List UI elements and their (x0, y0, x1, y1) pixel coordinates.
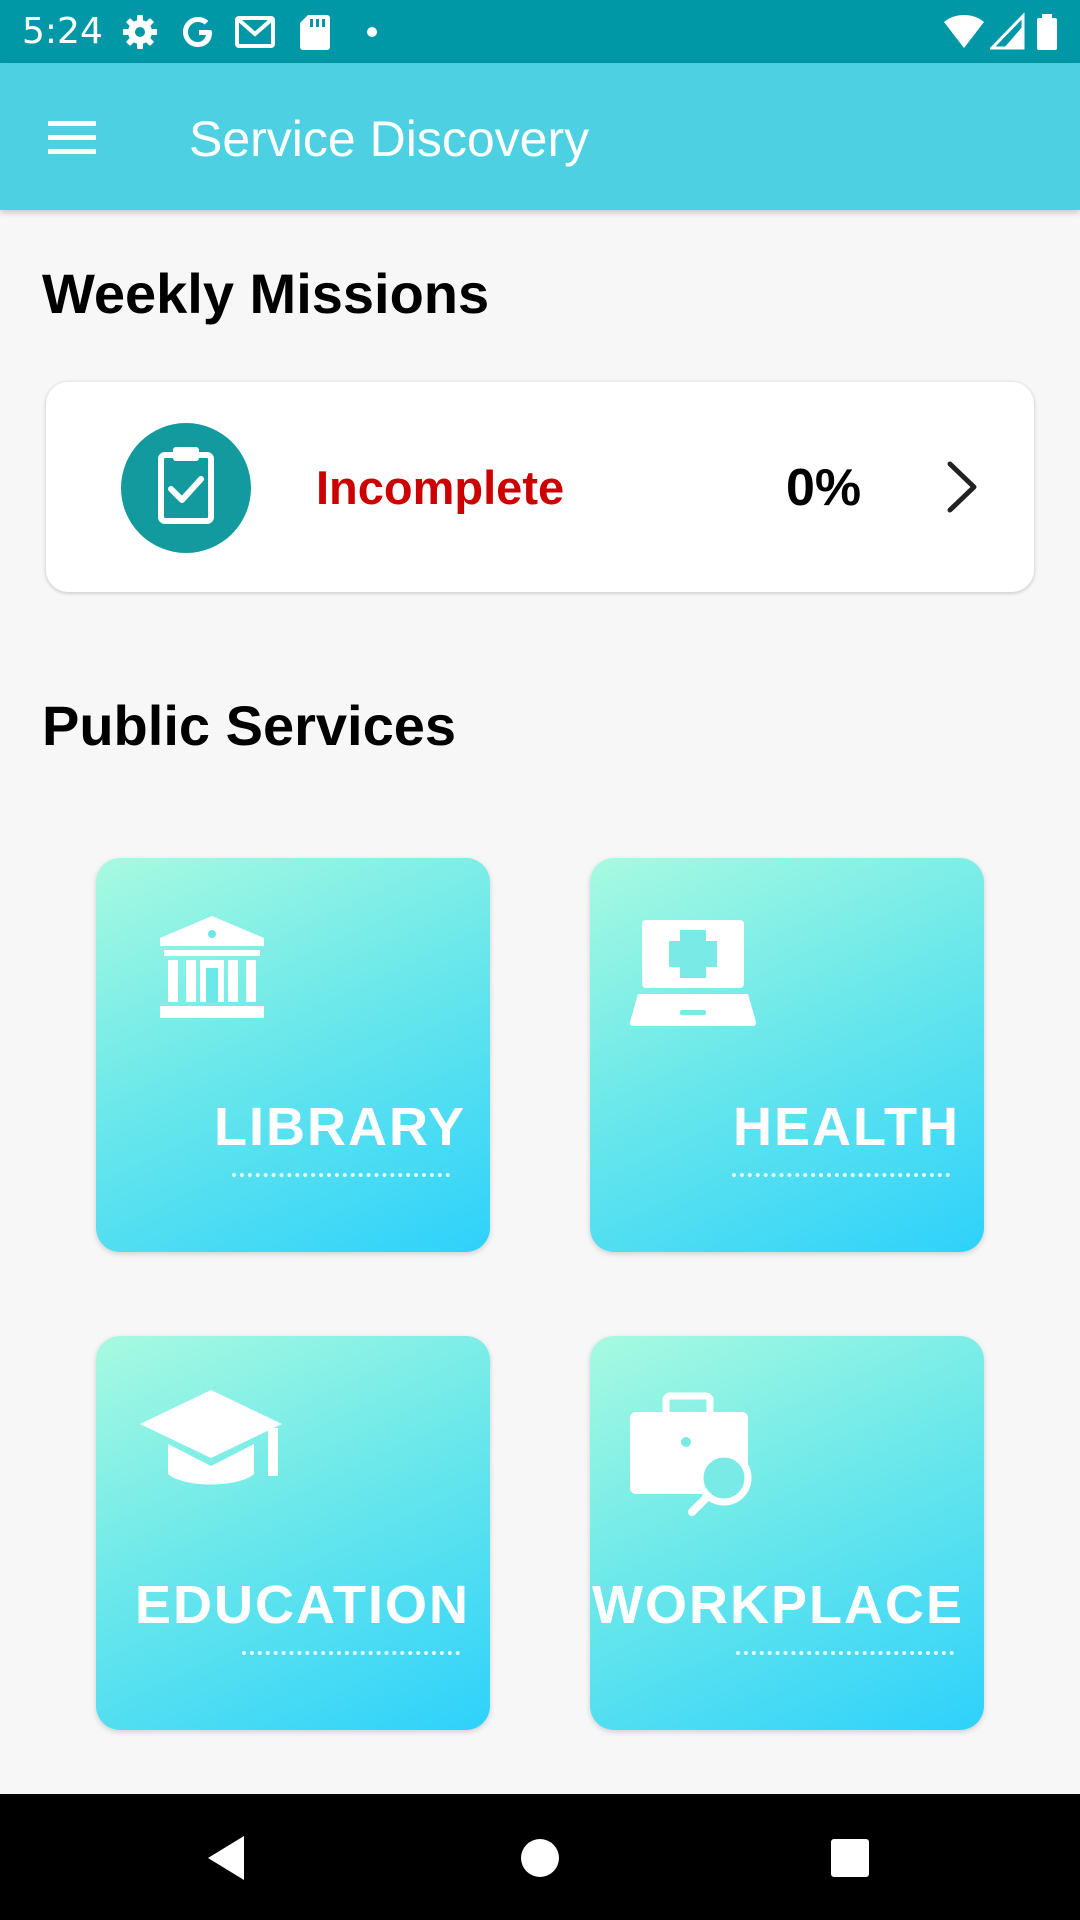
status-bar: 5:24 (0, 0, 1080, 63)
education-underline (242, 1647, 460, 1655)
mission-status: Incomplete (316, 461, 565, 514)
signal-icon (990, 12, 1025, 50)
health-underline (732, 1169, 950, 1177)
education-tile[interactable]: EDUCATION (96, 1336, 490, 1730)
back-icon[interactable] (196, 1828, 256, 1888)
chevron-right-icon[interactable] (936, 454, 986, 520)
health-label: HEALTH (733, 1097, 960, 1157)
status-time: 5:24 (22, 11, 103, 52)
gmail-icon (235, 16, 275, 48)
workplace-label: WORKPLACE (592, 1575, 964, 1635)
app-bar: Service Discovery (0, 63, 1080, 210)
health-tile[interactable]: HEALTH (590, 858, 984, 1252)
mission-percent: 0% (786, 459, 862, 517)
home-icon[interactable] (510, 1828, 570, 1888)
library-tile[interactable]: LIBRARY (96, 858, 490, 1252)
sd-card-icon (300, 15, 330, 50)
recents-icon[interactable] (820, 1828, 880, 1888)
workplace-underline (736, 1647, 954, 1655)
medical-laptop-icon (629, 920, 757, 1027)
hamburger-menu-icon[interactable] (36, 107, 108, 167)
wifi-icon (944, 15, 984, 48)
system-nav-bar (0, 1794, 1080, 1920)
app-title: Service Discovery (189, 111, 590, 167)
education-label: EDUCATION (135, 1575, 470, 1635)
briefcase-search-icon (630, 1392, 752, 1516)
graduation-cap-icon (140, 1390, 282, 1485)
clipboard-check-icon (121, 423, 251, 553)
settings-icon (123, 15, 157, 49)
dot-icon (367, 27, 377, 37)
weekly-mission-card[interactable]: Incomplete 0% (46, 382, 1034, 592)
library-label: LIBRARY (214, 1097, 466, 1157)
library-building-icon (160, 916, 264, 1018)
battery-icon (1037, 14, 1057, 50)
workplace-tile[interactable]: WORKPLACE (590, 1336, 984, 1730)
public-services-heading: Public Services (42, 694, 457, 757)
library-underline (232, 1169, 450, 1177)
weekly-missions-heading: Weekly Missions (42, 262, 490, 325)
google-icon (183, 17, 212, 47)
